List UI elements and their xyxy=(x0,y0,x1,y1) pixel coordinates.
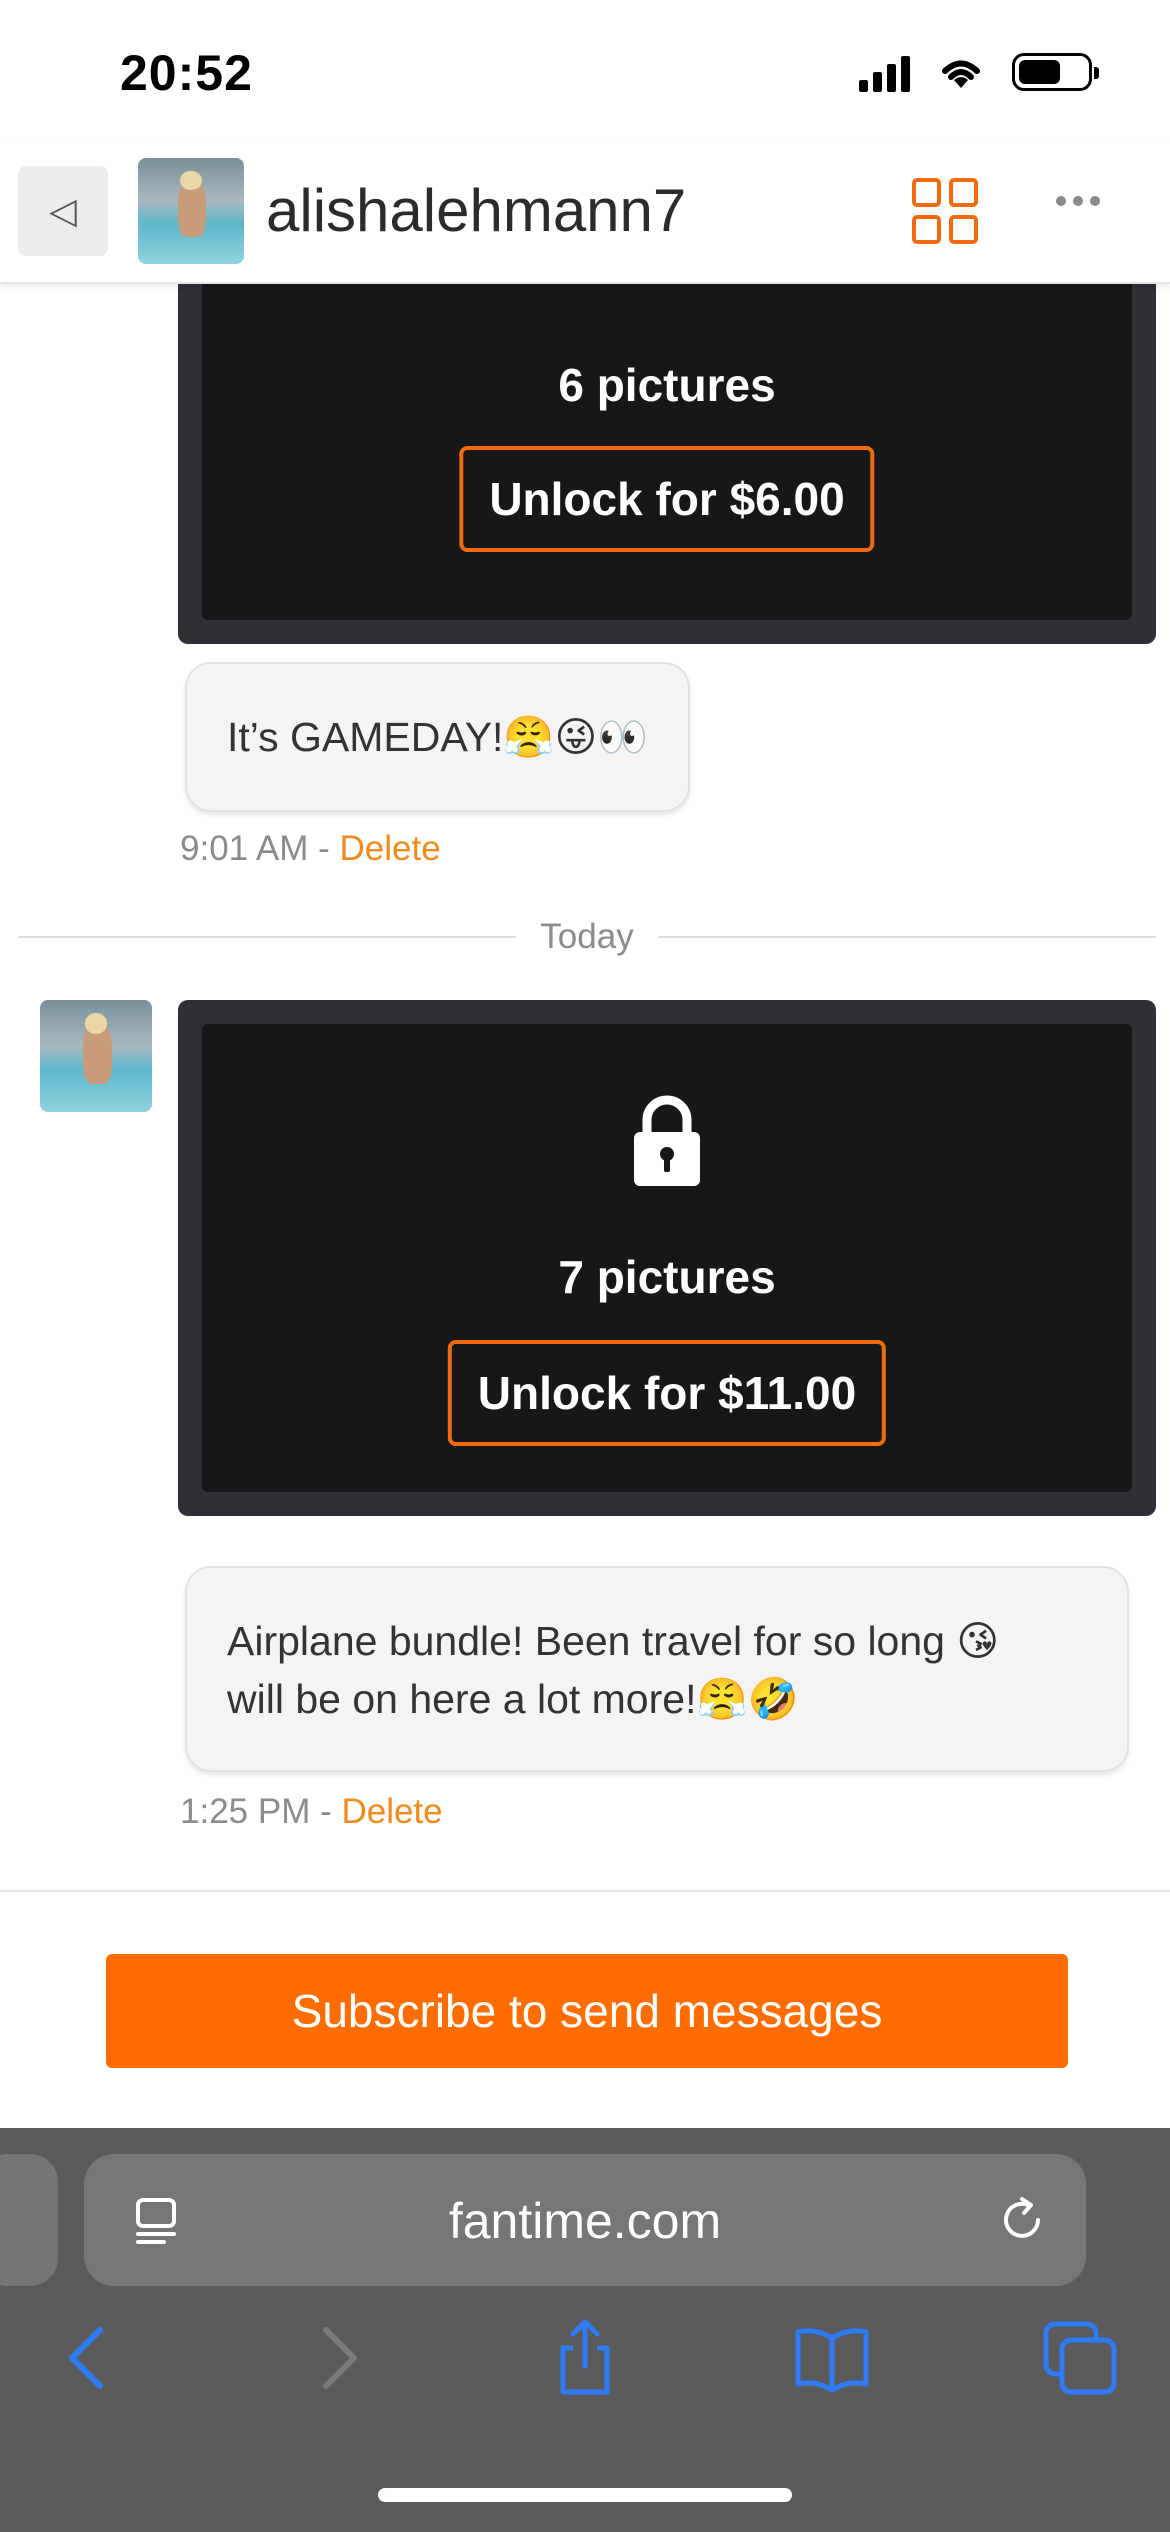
status-icons xyxy=(859,52,1099,92)
message-meta: 1:25 PM - Delete xyxy=(180,1792,443,1832)
unlock-button[interactable]: Unlock for $11.00 xyxy=(447,1340,887,1446)
url-text[interactable]: fantime.com xyxy=(84,2192,1086,2250)
meta-separator: - xyxy=(310,1792,342,1831)
share-icon[interactable] xyxy=(545,2318,625,2398)
status-time: 20:52 xyxy=(120,45,253,101)
chat-thread[interactable]: 6 pictures Unlock for $6.00 It’s GAMEDAY… xyxy=(0,284,1170,2128)
message-text-line: Airplane bundle! Been travel for so long… xyxy=(227,1618,1000,1664)
delete-link[interactable]: Delete xyxy=(340,829,441,868)
browser-toolbar: fantime.com xyxy=(0,2128,1170,2532)
media-preview: 6 pictures Unlock for $6.00 xyxy=(202,284,1132,620)
media-card: 7 pictures Unlock for $11.00 xyxy=(178,1000,1156,1516)
meta-separator: - xyxy=(308,829,340,868)
address-bar[interactable]: fantime.com xyxy=(84,2154,1086,2286)
message-time: 1:25 PM xyxy=(180,1792,311,1831)
back-icon[interactable] xyxy=(48,2318,128,2398)
message-text: It’s GAMEDAY!😤😜👀 xyxy=(227,714,649,760)
battery-icon xyxy=(1012,53,1099,91)
tabs-icon[interactable] xyxy=(1040,2318,1120,2398)
date-divider-label: Today xyxy=(540,917,634,956)
media-card: 6 pictures Unlock for $6.00 xyxy=(178,284,1156,644)
subscribe-button[interactable]: Subscribe to send messages xyxy=(106,1954,1068,2068)
wifi-icon xyxy=(942,60,980,88)
media-count: 7 pictures xyxy=(558,1251,776,1303)
lock-icon xyxy=(634,1095,700,1186)
composer-divider xyxy=(0,1890,1170,1892)
media-preview: 7 pictures Unlock for $11.00 xyxy=(202,1024,1132,1492)
forward-icon[interactable] xyxy=(298,2318,378,2398)
back-button[interactable]: ◁ xyxy=(18,166,108,256)
unlock-button[interactable]: Unlock for $6.00 xyxy=(459,446,875,552)
delete-link[interactable]: Delete xyxy=(341,1792,442,1831)
chat-username[interactable]: alishalehmann7 xyxy=(266,176,686,245)
chat-header: ◁ alishalehmann7 xyxy=(0,140,1170,284)
message-time: 9:01 AM xyxy=(180,829,309,868)
previous-tab-peek[interactable] xyxy=(0,2154,58,2286)
home-indicator xyxy=(378,2488,792,2502)
message-meta: 9:01 AM - Delete xyxy=(180,829,441,869)
message-text-line: will be on here a lot more!😤🤣 xyxy=(227,1676,799,1722)
grid-view-icon[interactable] xyxy=(912,178,978,244)
sender-avatar[interactable] xyxy=(40,1000,152,1112)
bookmarks-icon[interactable] xyxy=(792,2318,872,2398)
browser-nav-bar xyxy=(0,2318,1170,2438)
date-divider: Today xyxy=(18,917,1156,956)
message-bubble: Airplane bundle! Been travel for so long… xyxy=(185,1566,1129,1772)
media-count: 6 pictures xyxy=(558,359,776,411)
status-bar: 20:52 xyxy=(0,0,1170,140)
back-arrow-icon: ◁ xyxy=(49,190,77,231)
message-bubble: It’s GAMEDAY!😤😜👀 xyxy=(185,662,691,812)
header-avatar[interactable] xyxy=(138,158,244,264)
cellular-signal-icon xyxy=(859,52,910,92)
more-options-icon[interactable] xyxy=(1056,196,1100,206)
reload-icon[interactable] xyxy=(998,2196,1046,2244)
